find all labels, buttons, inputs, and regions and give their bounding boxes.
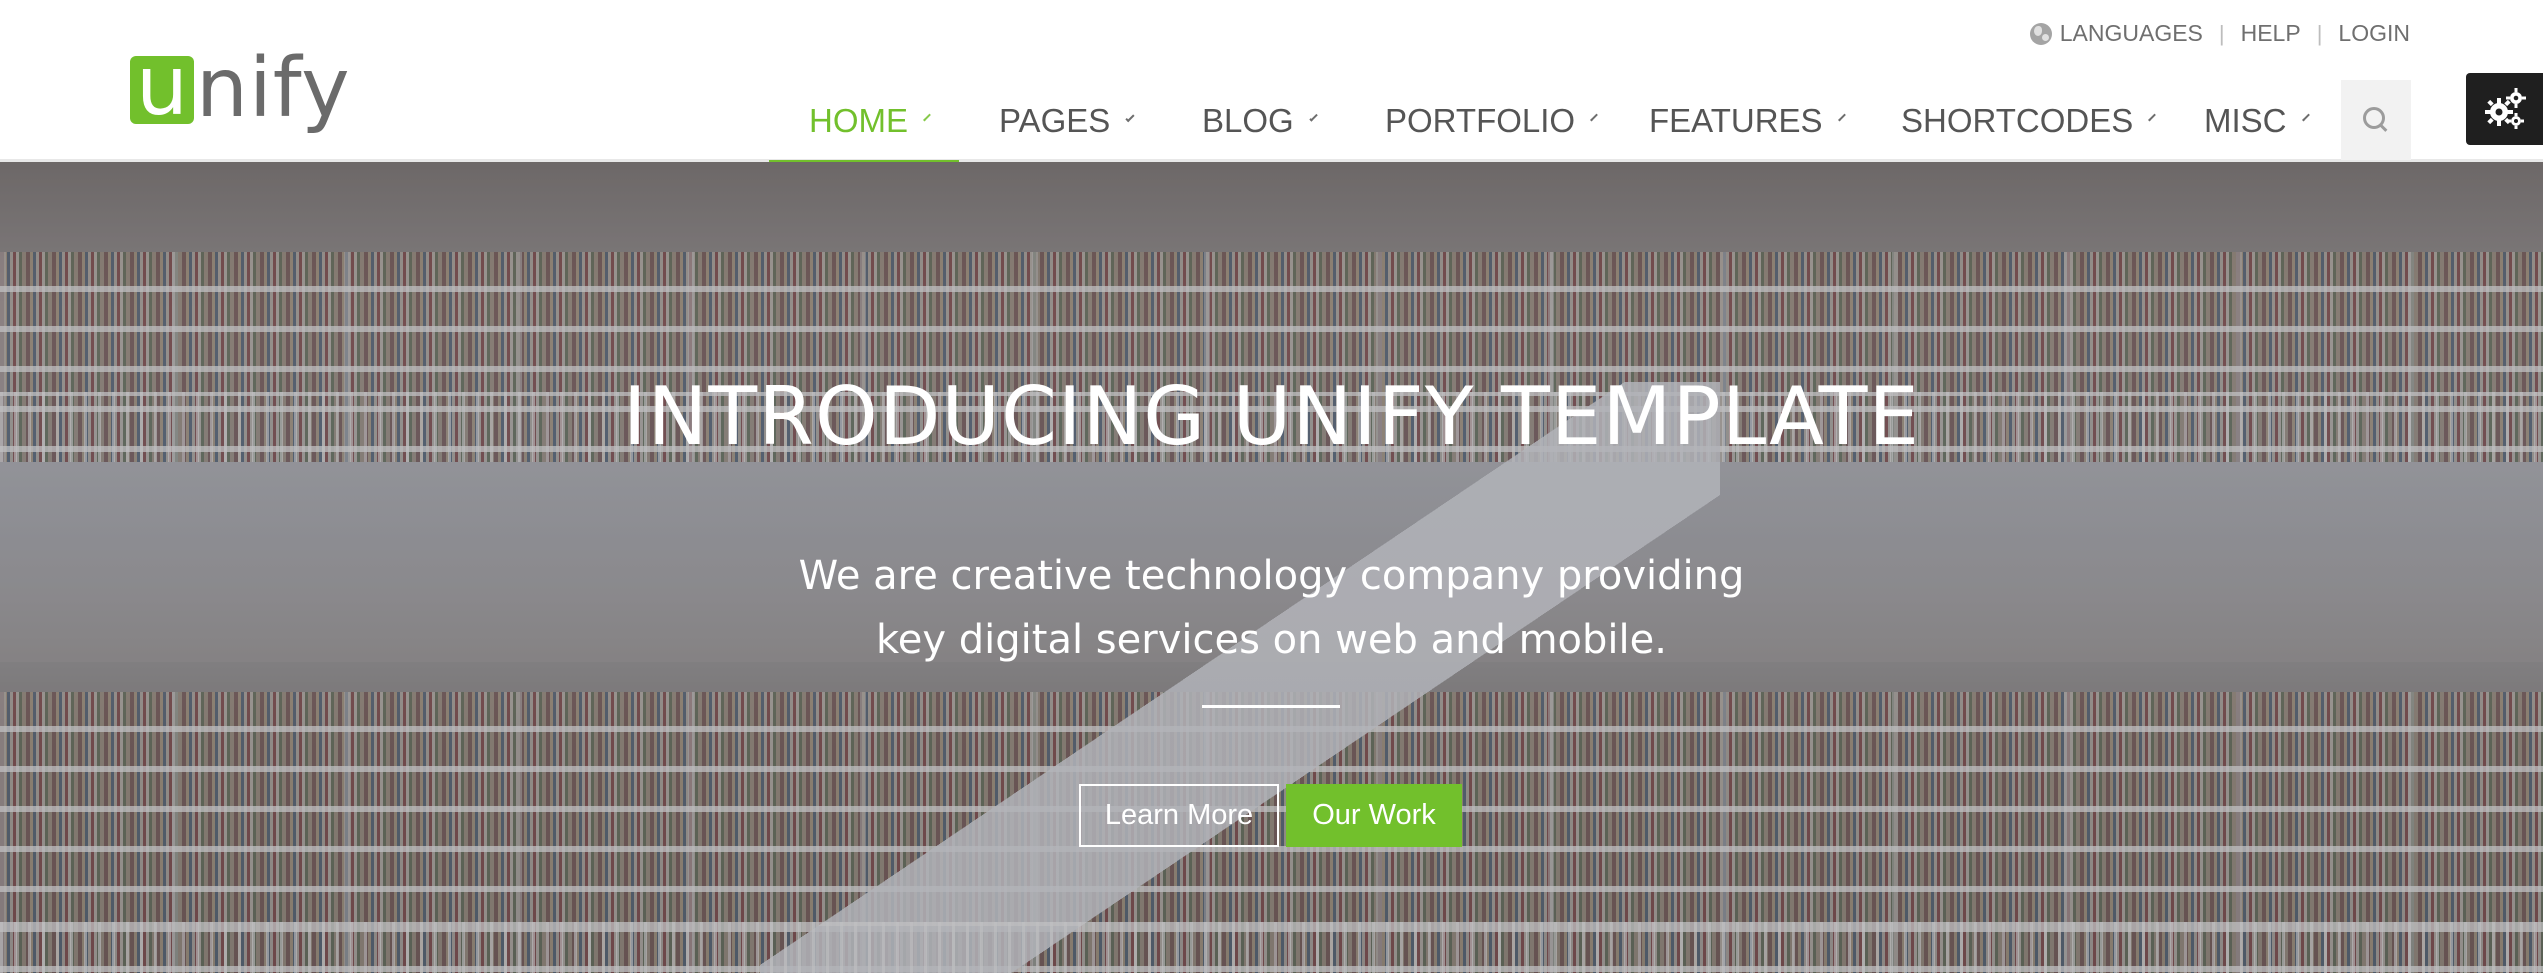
chevron-down-icon — [1590, 113, 1598, 121]
nav-item-pages[interactable]: PAGES — [959, 80, 1172, 162]
logo-letter: u — [136, 39, 188, 134]
our-work-button[interactable]: Our Work — [1286, 784, 1462, 847]
languages-link[interactable]: LANGUAGES — [2029, 20, 2203, 47]
chevron-down-icon — [1837, 113, 1846, 121]
nav-item-blog[interactable]: BLOG — [1172, 80, 1355, 162]
help-link[interactable]: HELP — [2241, 20, 2301, 47]
nav-item-shortcodes[interactable]: SHORTCODES — [1871, 80, 2174, 162]
nav-item-portfolio[interactable]: PORTFOLIO — [1355, 80, 1619, 162]
login-link[interactable]: LOGIN — [2338, 20, 2410, 47]
nav-item-misc[interactable]: MISC — [2174, 80, 2344, 162]
site-header: u nify LANGUAGES | HELP | LOGIN HOME PAG… — [0, 0, 2543, 165]
chevron-down-icon — [1309, 112, 1318, 122]
learn-more-button[interactable]: Learn More — [1079, 784, 1279, 847]
topbar-separator: | — [2316, 20, 2323, 46]
hero-subtitle-line: key digital services on web and mobile. — [876, 617, 1667, 663]
nav-label: BLOG — [1202, 102, 1294, 139]
nav-label: MISC — [2204, 102, 2287, 139]
hero-title: INTRODUCING UNIFY TEMPLATE — [622, 370, 1921, 463]
nav-item-features[interactable]: FEATURES — [1619, 80, 1871, 162]
nav-label: PAGES — [999, 102, 1111, 139]
hero-subtitle-line: We are creative technology company provi… — [798, 553, 1745, 599]
logo-text: nify — [196, 41, 351, 136]
nav-label: PORTFOLIO — [1385, 102, 1576, 139]
hero-subtitle: We are creative technology company provi… — [0, 544, 2543, 672]
hero-buttons: Learn More Our Work — [1079, 784, 1462, 847]
search-icon — [2363, 107, 2389, 133]
topbar-separator: | — [2218, 20, 2225, 46]
nav-label: FEATURES — [1649, 102, 1823, 139]
chevron-down-icon — [2301, 113, 2310, 121]
hero-slider: INTRODUCING UNIFY TEMPLATE We are creati… — [0, 162, 2543, 973]
chevron-down-icon — [1125, 112, 1135, 122]
gears-icon — [2484, 88, 2526, 129]
nav-item-home[interactable]: HOME — [769, 80, 959, 165]
hero-divider — [1202, 705, 1340, 708]
main-nav: HOME PAGES BLOG PORTFOLIO FEATURES SHORT… — [769, 80, 2344, 165]
globe-icon — [2029, 22, 2052, 45]
nav-label: SHORTCODES — [1901, 102, 2134, 139]
languages-label: LANGUAGES — [2059, 20, 2203, 46]
chevron-down-icon — [2148, 113, 2157, 121]
top-bar: LANGUAGES | HELP | LOGIN — [2029, 20, 2410, 47]
nav-label: HOME — [809, 102, 908, 139]
logo-mark: u — [130, 46, 194, 128]
settings-toggle-button[interactable] — [2466, 73, 2543, 145]
unify-logo[interactable]: u nify — [130, 34, 351, 130]
chevron-down-icon — [923, 113, 931, 121]
search-button[interactable] — [2341, 80, 2411, 160]
